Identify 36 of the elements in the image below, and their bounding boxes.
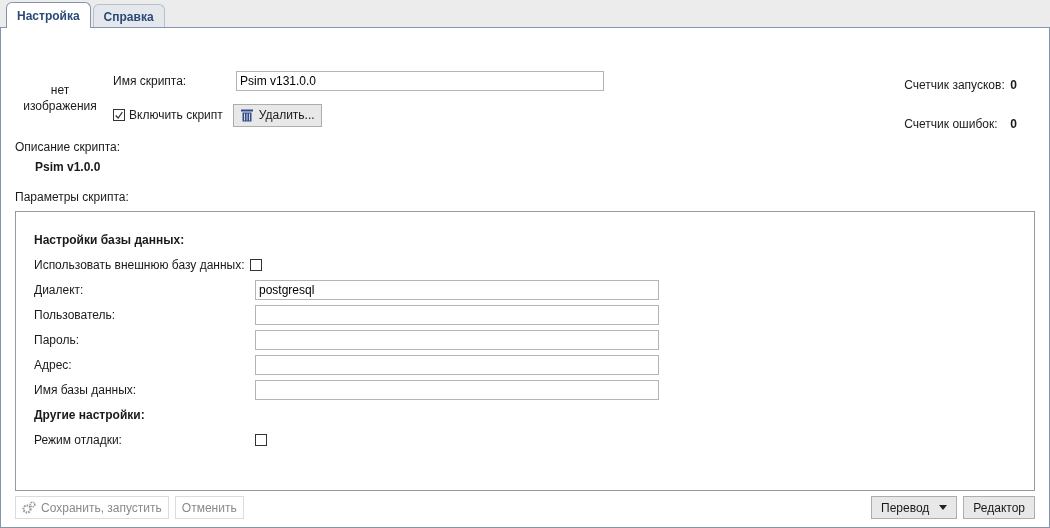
checkbox[interactable]	[255, 434, 267, 446]
field-label: Использовать внешнюю базу данных:	[34, 258, 245, 272]
gears-icon	[22, 501, 36, 514]
field-label: Имя скрипта:	[113, 74, 188, 88]
tab[interactable]: Настройка	[6, 2, 91, 28]
field-label: Имя базы данных:	[34, 383, 138, 397]
counter-label: Счетчик запусков:	[904, 78, 1005, 92]
section-heading: Настройки базы данных:	[34, 233, 185, 247]
field-label: Адрес:	[34, 358, 73, 372]
input-field[interactable]	[255, 380, 659, 400]
input-field[interactable]: postgresql	[255, 280, 659, 300]
description-text: Psim v1.0.0	[35, 160, 101, 174]
checkbox-label: Включить скрипт	[129, 108, 223, 122]
parameters-label: Параметры скрипта:	[15, 190, 129, 204]
field-label: Пароль:	[34, 333, 80, 347]
counter-label: Счетчик ошибок:	[904, 117, 999, 131]
footer-button[interactable]: Редактор	[963, 496, 1035, 519]
trash-icon	[239, 108, 254, 122]
input-field[interactable]	[255, 355, 659, 375]
field-label: Режим отладки:	[34, 433, 123, 447]
checkbox[interactable]	[249, 259, 262, 271]
caret-icon	[939, 505, 948, 510]
counter-value: 0	[1010, 117, 1017, 131]
tab[interactable]: Справка	[92, 4, 165, 28]
delete-button[interactable]: Удалить...	[232, 103, 322, 127]
field-label: Пользователь:	[34, 308, 117, 322]
section-heading: Другие настройки:	[34, 408, 145, 422]
footer-button[interactable]: Перевод	[871, 496, 958, 519]
no-image-text: нет изображения	[23, 82, 97, 114]
counter-value: 0	[1010, 78, 1017, 92]
field-label: Диалект:	[34, 283, 85, 297]
script-name-field[interactable]: Psim v131.0.0	[236, 71, 604, 91]
description-label: Описание скрипта:	[15, 140, 121, 154]
checkbox[interactable]	[113, 109, 125, 121]
input-field[interactable]	[255, 305, 659, 325]
input-field[interactable]	[255, 330, 659, 350]
